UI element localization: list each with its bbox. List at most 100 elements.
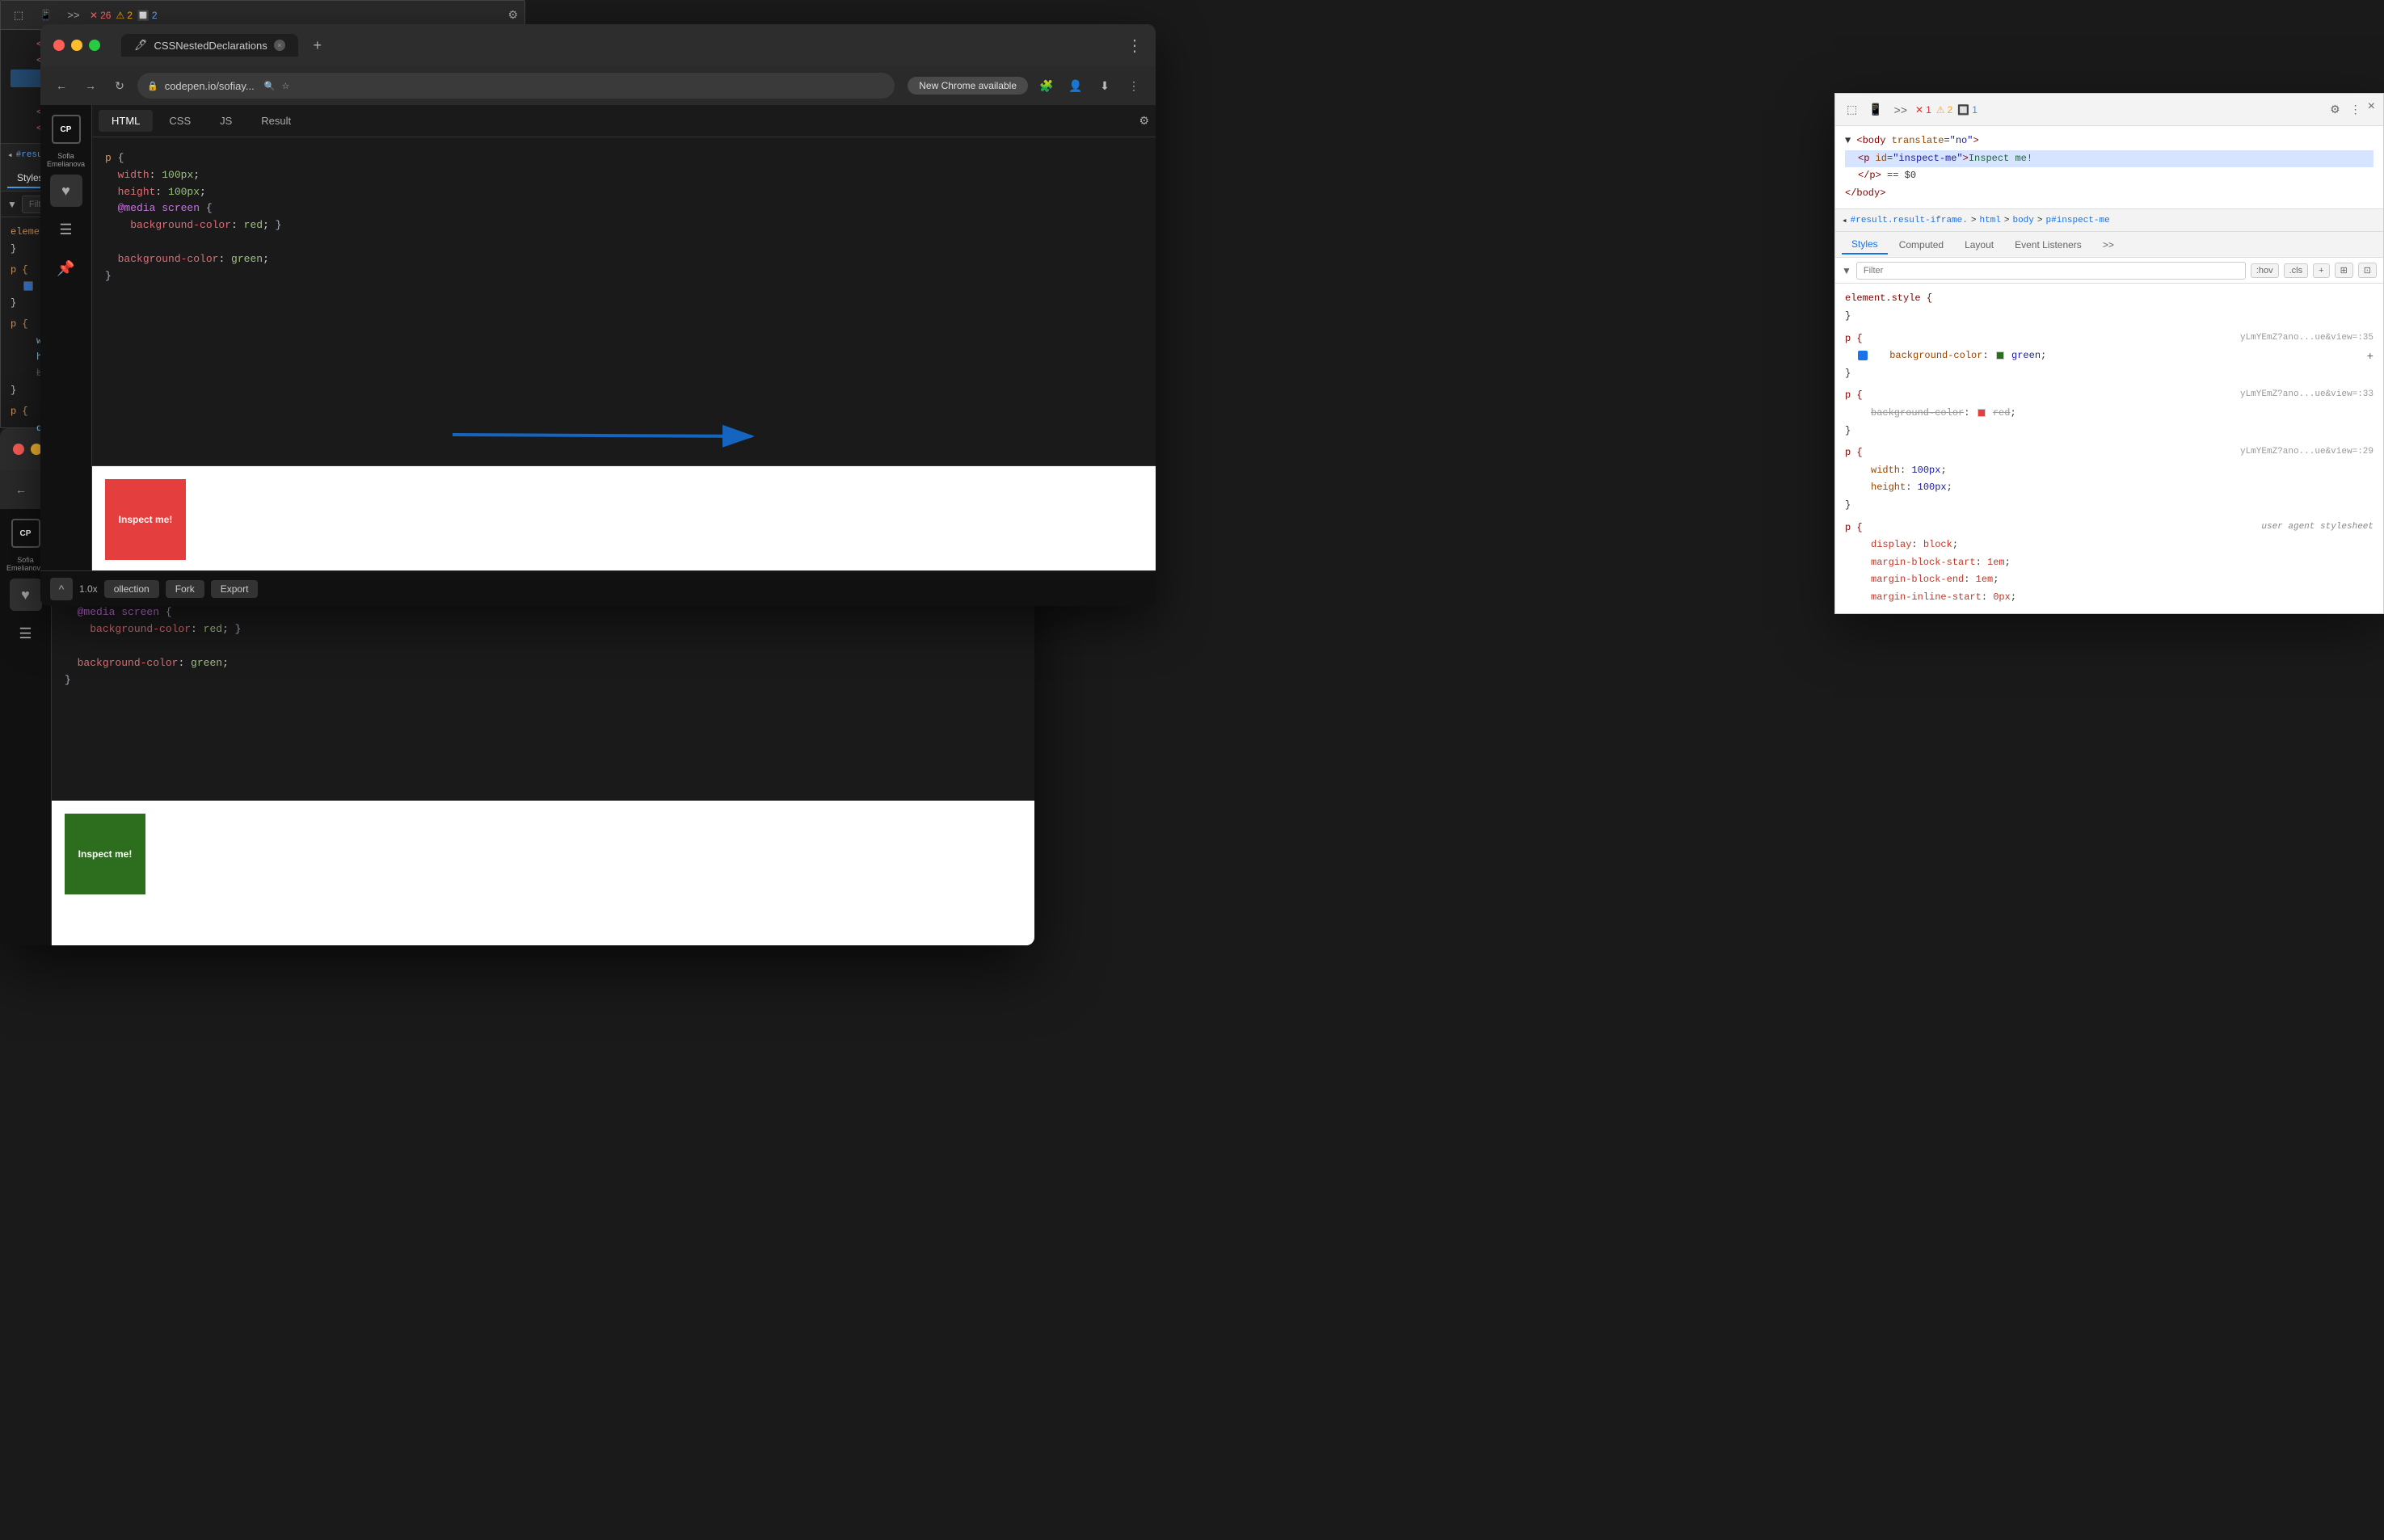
export-button[interactable]: Export bbox=[211, 580, 259, 598]
more-panels-icon[interactable]: >> bbox=[62, 4, 85, 27]
dt2-more-options[interactable]: ⋮ bbox=[2347, 99, 2365, 120]
dt2-more-tabs[interactable]: >> bbox=[2093, 236, 2124, 254]
tab-html[interactable]: HTML bbox=[99, 110, 153, 132]
dt2-prop-name-strikethrough: background-color bbox=[1858, 407, 1964, 419]
titlebar-1: 🖊 CSSNestedDeclarations × + ⋮ bbox=[40, 24, 1156, 66]
tab-favicon: 🖊 bbox=[134, 39, 148, 52]
dt2-inspector-icon[interactable]: ⬚ bbox=[1843, 99, 1860, 120]
dt2-prop-value: block bbox=[1923, 539, 1952, 550]
lock-icon: 🔒 bbox=[147, 81, 158, 91]
dt2-prop-value: 100px bbox=[1918, 482, 1947, 493]
bc-item-2[interactable]: body bbox=[2012, 216, 2033, 225]
dt2-rule-props: width: 100px; height: 100px; bbox=[1845, 462, 2373, 497]
inspector-icon[interactable]: ⬚ bbox=[7, 4, 30, 27]
dt2-cls-button[interactable]: .cls bbox=[2284, 263, 2309, 278]
dt2-toggle-btn[interactable]: ⊡ bbox=[2358, 263, 2377, 278]
back-button[interactable]: ← bbox=[50, 74, 73, 97]
close-button-2[interactable] bbox=[13, 444, 24, 455]
dt2-layout-btn[interactable]: ⊞ bbox=[2335, 263, 2353, 278]
tab-close-icon[interactable]: × bbox=[274, 40, 285, 51]
dt2-prop-checkbox[interactable] bbox=[1858, 351, 1868, 360]
browser-menu-icon[interactable]: ⋮ bbox=[1127, 36, 1143, 56]
address-bar-1[interactable]: 🔒 codepen.io/sofiay... 🔍 ☆ bbox=[137, 73, 895, 99]
tab-result[interactable]: Result bbox=[248, 110, 304, 132]
settings-icon[interactable]: ⚙ bbox=[1139, 114, 1149, 128]
cp-list-btn[interactable]: ☰ bbox=[50, 213, 82, 246]
extensions-icon[interactable]: 🧩 bbox=[1034, 74, 1059, 98]
dt2-rule-close: } bbox=[1845, 368, 1851, 379]
dt2-styles-tab[interactable]: Styles bbox=[1842, 235, 1888, 255]
bc-item-2[interactable]: html bbox=[1979, 216, 2000, 225]
dt2-rule-props: background-color: red; bbox=[1845, 405, 2373, 423]
dt2-settings-icon[interactable]: ⚙ bbox=[2327, 99, 2344, 120]
dt2-more-icon[interactable]: >> bbox=[1891, 100, 1910, 120]
dt2-rule-close: } bbox=[1845, 310, 1851, 322]
dt2-add-prop[interactable]: + bbox=[2367, 347, 2373, 368]
code-line: background-color: green; bbox=[105, 251, 1143, 268]
navbar-1: ← → ↻ 🔒 codepen.io/sofiay... 🔍 ☆ New Chr… bbox=[40, 66, 1156, 105]
dom-line-selected[interactable]: <p id="inspect-me">Inspect me! bbox=[1845, 150, 2373, 168]
minimize-button[interactable] bbox=[71, 40, 82, 51]
dt2-add-button[interactable]: + bbox=[2313, 263, 2329, 278]
dt2-device-icon[interactable]: 📱 bbox=[1865, 99, 1885, 120]
code-line: background-color: red; } bbox=[65, 621, 1021, 638]
dt2-close-button[interactable]: × bbox=[2368, 99, 2375, 120]
new-tab-button[interactable]: + bbox=[306, 34, 329, 57]
prop-checkbox[interactable] bbox=[23, 281, 33, 291]
code-line: } bbox=[105, 268, 1143, 285]
rule-close: } bbox=[11, 385, 16, 396]
more-icon[interactable]: ⋮ bbox=[1122, 74, 1146, 98]
dt2-style-tabs: Styles Computed Layout Event Listeners >… bbox=[1835, 232, 2383, 258]
code-line bbox=[105, 234, 1143, 251]
dt2-rule-selector: p { bbox=[1845, 389, 1863, 401]
cp-username: Sofia Emelianova bbox=[40, 152, 91, 168]
dom-line: </p> == $0 bbox=[1845, 167, 2373, 185]
error-count[interactable]: ✕ 26 bbox=[90, 10, 111, 21]
tab-js[interactable]: JS bbox=[207, 110, 245, 132]
code-line: @media screen { bbox=[105, 200, 1143, 217]
download-icon[interactable]: ⬇ bbox=[1093, 74, 1117, 98]
fork-button[interactable]: Fork bbox=[166, 580, 204, 598]
dt2-hov-button[interactable]: :hov bbox=[2251, 263, 2279, 278]
dt2-layout-tab[interactable]: Layout bbox=[1955, 236, 2003, 254]
code-line: background-color: red; } bbox=[105, 217, 1143, 234]
dom-line: ▼ <body translate="no"> bbox=[1845, 133, 2373, 150]
dt2-event-tab[interactable]: Event Listeners bbox=[2005, 236, 2091, 254]
close-button[interactable] bbox=[53, 40, 65, 51]
dt2-filter-input[interactable] bbox=[1856, 262, 2246, 280]
traffic-lights-1 bbox=[53, 40, 100, 51]
dt2-dom-tree: ▼ <body translate="no"> <p id="inspect-m… bbox=[1835, 126, 2383, 209]
info-count[interactable]: 🔲 2 bbox=[137, 10, 158, 21]
cp-list-btn-2[interactable]: ☰ bbox=[10, 617, 42, 650]
dt2-prop-name: margin-block-start bbox=[1858, 557, 1976, 568]
maximize-button[interactable] bbox=[89, 40, 100, 51]
profile-icon[interactable]: 👤 bbox=[1064, 74, 1088, 98]
collection-button[interactable]: ollection bbox=[104, 580, 159, 598]
console-toggle[interactable]: ^ bbox=[50, 578, 73, 600]
cp-heart-btn-2[interactable]: ♥ bbox=[10, 579, 42, 611]
dt2-prop-value: 1em bbox=[1987, 557, 2005, 568]
tab-css[interactable]: CSS bbox=[156, 110, 204, 132]
back-button-2[interactable]: ← bbox=[10, 478, 32, 501]
forward-button[interactable]: → bbox=[79, 74, 102, 97]
code-line: background-color: green; bbox=[65, 655, 1021, 672]
code-line: height: 100px; bbox=[105, 184, 1143, 201]
dt2-rule-source: yLmYEmZ?ano...ue&view=:33 bbox=[2240, 387, 2373, 403]
warn-count[interactable]: ⚠ 2 bbox=[116, 10, 132, 21]
dt2-warn-count: ⚠ 2 bbox=[1936, 104, 1952, 116]
dt2-error-count: ✕ 1 bbox=[1915, 104, 1931, 116]
bc-item-2[interactable]: p#inspect-me bbox=[2046, 216, 2110, 225]
device-icon[interactable]: 📱 bbox=[35, 4, 57, 27]
dt2-style-rule: p { user agent stylesheet display: block… bbox=[1845, 520, 2373, 607]
cp-pin-btn[interactable]: 📌 bbox=[50, 252, 82, 284]
dom-line: </body> bbox=[1845, 185, 2373, 203]
dt2-breadcrumb: ◂ #result.result-iframe. > html > body >… bbox=[1835, 209, 2383, 232]
new-chrome-badge: New Chrome available bbox=[908, 77, 1028, 95]
cp-heart-btn[interactable]: ♥ bbox=[50, 175, 82, 207]
bc-item-2[interactable]: #result.result-iframe. bbox=[1851, 216, 1968, 225]
browser-tab-1[interactable]: 🖊 CSSNestedDeclarations × bbox=[121, 34, 298, 57]
dt2-computed-tab[interactable]: Computed bbox=[1889, 236, 1953, 254]
reload-button[interactable]: ↻ bbox=[108, 74, 131, 97]
win2-preview: Inspect me! bbox=[52, 800, 1034, 945]
dt-settings-icon[interactable]: ⚙ bbox=[508, 8, 518, 22]
